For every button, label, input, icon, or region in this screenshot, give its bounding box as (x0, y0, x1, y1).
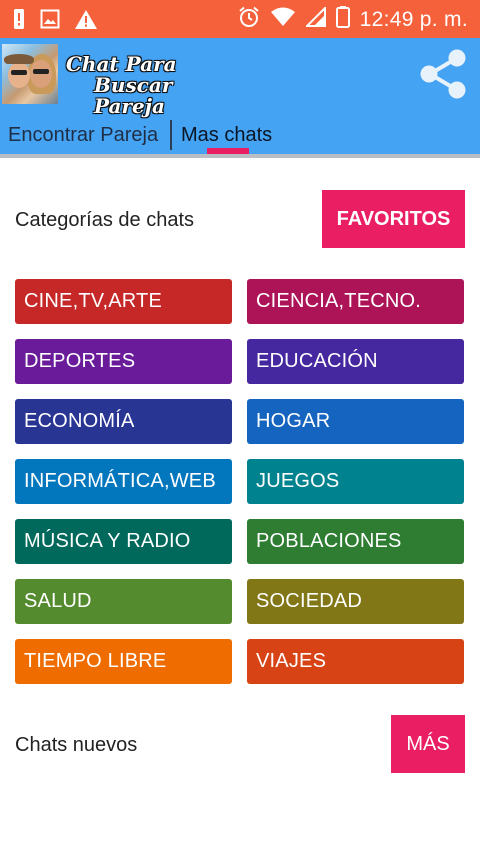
app-title: Chat Para Buscar Pareja (66, 54, 226, 117)
category-button-hogar[interactable]: HOGAR (247, 399, 464, 444)
warning-icon (74, 9, 98, 35)
app-logo-image (2, 44, 58, 104)
status-bar: 12:49 p. m. (0, 0, 480, 38)
tab-bar: Encontrar Pareja Mas chats (0, 118, 480, 156)
app-bar: Chat Para Buscar Pareja Encontrar Pareja… (0, 38, 480, 156)
category-button-salud[interactable]: SALUD (15, 579, 232, 624)
categories-label: Categorías de chats (15, 209, 194, 231)
new-chats-label: Chats nuevos (15, 734, 138, 756)
tab-encontrar-pareja[interactable]: Encontrar Pareja (8, 124, 158, 147)
category-button-informatica-web[interactable]: INFORMÁTICA,WEB (15, 459, 232, 504)
category-button-deportes[interactable]: DEPORTES (15, 339, 232, 384)
battery-alert-icon (12, 8, 26, 35)
tab-mas-chats[interactable]: Mas chats (181, 124, 272, 147)
category-button-musica-y-radio[interactable]: MÚSICA Y RADIO (15, 519, 232, 564)
category-button-ciencia-tecno[interactable]: CIENCIA,TECNO. (247, 279, 464, 324)
status-right-icons: 12:49 p. m. (238, 5, 468, 33)
app-title-line2: Buscar Pareja (94, 73, 173, 118)
status-time: 12:49 p. m. (359, 7, 468, 31)
wifi-icon (270, 7, 296, 32)
app-bar-shadow (0, 154, 480, 158)
category-button-juegos[interactable]: JUEGOS (247, 459, 464, 504)
tab-divider (170, 120, 172, 150)
category-button-economia[interactable]: ECONOMÍA (15, 399, 232, 444)
favorites-button[interactable]: FAVORITOS (322, 190, 465, 248)
category-button-educacion[interactable]: EDUCACIÓN (247, 339, 464, 384)
category-button-tiempo-libre[interactable]: TIEMPO LIBRE (15, 639, 232, 684)
share-icon (420, 49, 466, 99)
more-button[interactable]: MÁS (391, 715, 465, 773)
signal-icon (304, 5, 326, 32)
image-icon (40, 9, 60, 34)
category-button-viajes[interactable]: VIAJES (247, 639, 464, 684)
status-left-icons (12, 8, 98, 35)
share-button[interactable] (416, 48, 470, 100)
battery-icon (335, 6, 350, 33)
alarm-icon (238, 6, 260, 33)
category-button-sociedad[interactable]: SOCIEDAD (247, 579, 464, 624)
category-button-cine-tv-arte[interactable]: CINE,TV,ARTE (15, 279, 232, 324)
category-button-poblaciones[interactable]: POBLACIONES (247, 519, 464, 564)
